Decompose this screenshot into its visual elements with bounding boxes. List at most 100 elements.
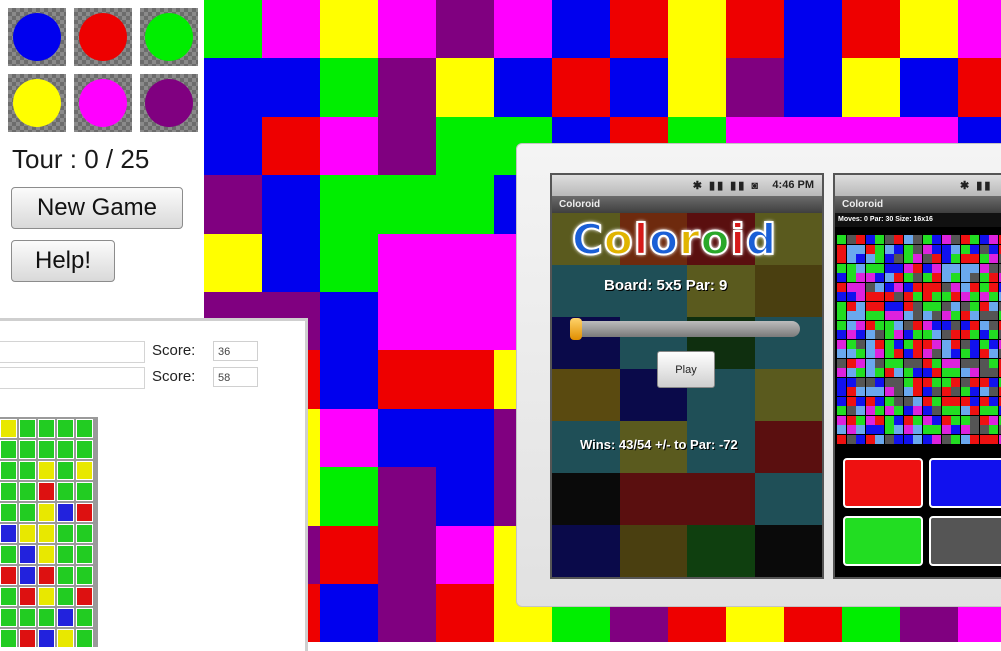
mini-cell xyxy=(0,587,17,606)
phone-grid-cell xyxy=(961,425,970,434)
phone-grid-cell xyxy=(866,321,875,330)
phone-grid-cell xyxy=(837,378,846,387)
phone-grid-cell xyxy=(847,330,856,339)
phone-grid-cell xyxy=(894,254,903,263)
mini-cell xyxy=(57,587,74,606)
phone-grid-cell xyxy=(932,302,941,311)
phone-grid-cell xyxy=(923,406,932,415)
mini-cell xyxy=(0,461,17,480)
play-button[interactable]: Play xyxy=(657,351,715,388)
phone-grid-cell xyxy=(885,273,894,282)
board-cell-green xyxy=(436,175,495,234)
mini-cell xyxy=(0,608,17,627)
mini-cell xyxy=(19,545,36,564)
purple-color-button[interactable] xyxy=(140,74,198,132)
phone-grid-cell xyxy=(894,273,903,282)
phone-grid-cell xyxy=(866,435,875,444)
phone-grid-cell xyxy=(970,302,979,311)
phone-grid-cell xyxy=(913,359,922,368)
mini-cell xyxy=(19,608,36,627)
phone-grid-cell xyxy=(970,359,979,368)
app-title-bar: Coloroid xyxy=(552,196,822,213)
screenshot-panel: ✱ ▮▮ ▮▮ ◙ 4:46 PM Coloroid Coloroid Boar… xyxy=(516,143,1001,607)
phone-grid-cell xyxy=(989,340,998,349)
mini-cell xyxy=(38,503,55,522)
phone-grid-cell xyxy=(847,235,856,244)
phone-grid-cell xyxy=(904,311,913,320)
phone-grid-cell xyxy=(989,311,998,320)
phone-grid-cell xyxy=(837,311,846,320)
player1-name-field[interactable] xyxy=(0,341,145,363)
tour-counter: Tour : 0 / 25 xyxy=(12,144,149,175)
board-cell-blue xyxy=(494,58,553,117)
phone-grid-cell xyxy=(942,397,951,406)
phone-grid-cell xyxy=(923,321,932,330)
phone-grid-cell xyxy=(970,273,979,282)
phone-grid-cell xyxy=(980,273,989,282)
phone-grid-cell xyxy=(847,321,856,330)
phone-grid-cell xyxy=(961,330,970,339)
phone-grid-cell xyxy=(980,245,989,254)
board-cell-yellow xyxy=(204,234,263,293)
blue-choice-button[interactable] xyxy=(929,458,1001,508)
phone-grid-cell xyxy=(961,359,970,368)
phone-grid-cell xyxy=(913,387,922,396)
mini-cell xyxy=(19,461,36,480)
phone-grid-cell xyxy=(875,406,884,415)
phone-grid-cell xyxy=(970,340,979,349)
phone-grid-cell xyxy=(885,425,894,434)
mini-cell xyxy=(0,524,17,543)
phone-grid-cell xyxy=(951,311,960,320)
phone-grid-cell xyxy=(894,292,903,301)
green-color-button[interactable] xyxy=(140,8,198,66)
yellow-color-button[interactable] xyxy=(8,74,66,132)
mini-cell xyxy=(76,461,93,480)
phone-grid-cell xyxy=(894,302,903,311)
phone-grid-cell xyxy=(894,406,903,415)
board-size-slider[interactable] xyxy=(572,321,800,337)
phone-grid-cell xyxy=(866,387,875,396)
logo-letter: o xyxy=(701,215,731,264)
mini-cell xyxy=(19,524,36,543)
phone-grid-cell xyxy=(951,340,960,349)
board-cell-blue xyxy=(262,58,321,117)
mini-cell xyxy=(57,503,74,522)
phone-grid-cell xyxy=(980,435,989,444)
phone-grid-cell xyxy=(885,406,894,415)
help-button[interactable]: Help! xyxy=(11,240,115,282)
board-cell-magenta xyxy=(320,117,379,176)
board-cell-green xyxy=(204,0,263,59)
phone-grid-cell xyxy=(875,359,884,368)
board-cell-green xyxy=(320,234,379,293)
red-color-button[interactable] xyxy=(74,8,132,66)
phone-grid-cell xyxy=(866,340,875,349)
phone-grid-cell xyxy=(961,387,970,396)
phone-grid-cell xyxy=(980,406,989,415)
phone-grid-cell xyxy=(923,311,932,320)
phone-grid-cell xyxy=(942,245,951,254)
board-cell-purple xyxy=(726,58,785,117)
slider-knob[interactable] xyxy=(570,318,582,340)
magenta-color-button[interactable] xyxy=(74,74,132,132)
phone-grid-cell xyxy=(951,330,960,339)
phone-grid-cell xyxy=(847,416,856,425)
phone-game-grid[interactable] xyxy=(837,235,1001,445)
blue-color-button[interactable] xyxy=(8,8,66,66)
logo-letter: r xyxy=(679,215,701,264)
phone-grid-cell xyxy=(866,330,875,339)
mini-board xyxy=(0,417,98,647)
red-choice-button[interactable] xyxy=(843,458,923,508)
phone-grid-cell xyxy=(961,340,970,349)
gray-choice-button[interactable] xyxy=(929,516,1001,566)
phone-grid-cell xyxy=(847,292,856,301)
player2-name-field[interactable] xyxy=(0,367,145,389)
green-choice-button[interactable] xyxy=(843,516,923,566)
phone-grid-cell xyxy=(913,245,922,254)
phone-grid-cell xyxy=(923,387,932,396)
board-cell-red xyxy=(958,58,1001,117)
mini-cell xyxy=(76,629,93,647)
new-game-button[interactable]: New Game xyxy=(11,187,183,229)
phone-grid-cell xyxy=(942,235,951,244)
menu-bg-tile xyxy=(755,421,824,474)
phone-grid-cell xyxy=(932,273,941,282)
